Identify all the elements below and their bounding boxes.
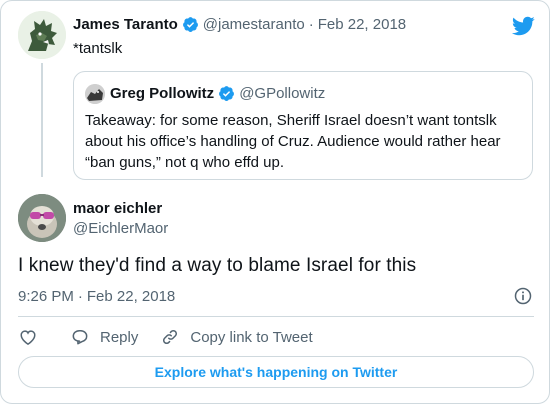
main-author-handle[interactable]: @EichlerMaor (73, 220, 168, 237)
verified-badge-icon (182, 17, 198, 32)
parent-tweet-header: James Taranto @jamestaranto · Feb 22, 20… (73, 16, 406, 33)
main-author-name[interactable]: maor eichler (73, 200, 162, 217)
parent-author-handle[interactable]: @jamestaranto (203, 16, 305, 33)
timestamp-separator: · (77, 288, 83, 305)
action-bar: Reply Copy link to Tweet (18, 325, 313, 349)
parent-tweet-text: *tantslk (73, 40, 123, 57)
copy-link-label: Copy link to Tweet (190, 328, 313, 346)
copy-link-button[interactable]: Copy link to Tweet (160, 327, 313, 347)
verified-badge-icon (219, 86, 235, 101)
quoted-author-name: Greg Pollowitz (110, 85, 215, 102)
twitter-bird-icon[interactable] (511, 14, 535, 38)
explore-twitter-button[interactable]: Explore what's happening on Twitter (18, 356, 534, 388)
link-icon (163, 329, 178, 345)
thread-connector-line (41, 63, 43, 177)
embedded-tweet-card: James Taranto @jamestaranto · Feb 22, 20… (0, 0, 550, 404)
avatar-maor-eichler[interactable] (18, 194, 66, 242)
parent-tweet-date[interactable]: Feb 22, 2018 (318, 16, 406, 33)
quoted-tweet[interactable]: Greg Pollowitz @GPollowitz Takeaway: for… (73, 71, 533, 180)
avatar-greg-pollowitz (85, 84, 105, 104)
heart-icon (20, 330, 36, 346)
quoted-tweet-header: Greg Pollowitz @GPollowitz (110, 85, 325, 102)
tweet-date[interactable]: Feb 22, 2018 (87, 288, 175, 305)
main-tweet-text: I knew they'd find a way to blame Israel… (18, 255, 417, 276)
quoted-author-handle: @GPollowitz (239, 85, 326, 102)
reply-button[interactable]: Reply (70, 327, 138, 347)
divider (18, 316, 534, 317)
header-separator: · (308, 16, 314, 33)
reply-label: Reply (100, 328, 139, 346)
tweet-timestamp[interactable]: 9:26 PM · Feb 22, 2018 (18, 288, 175, 305)
info-icon[interactable] (513, 286, 533, 306)
reply-icon (72, 330, 88, 345)
tweet-time[interactable]: 9:26 PM (18, 288, 74, 305)
avatar-james-taranto[interactable] (18, 11, 66, 59)
parent-author-name[interactable]: James Taranto (73, 16, 178, 33)
quoted-tweet-text: Takeaway: for some reason, Sheriff Israe… (85, 112, 501, 171)
like-button[interactable] (18, 327, 38, 347)
